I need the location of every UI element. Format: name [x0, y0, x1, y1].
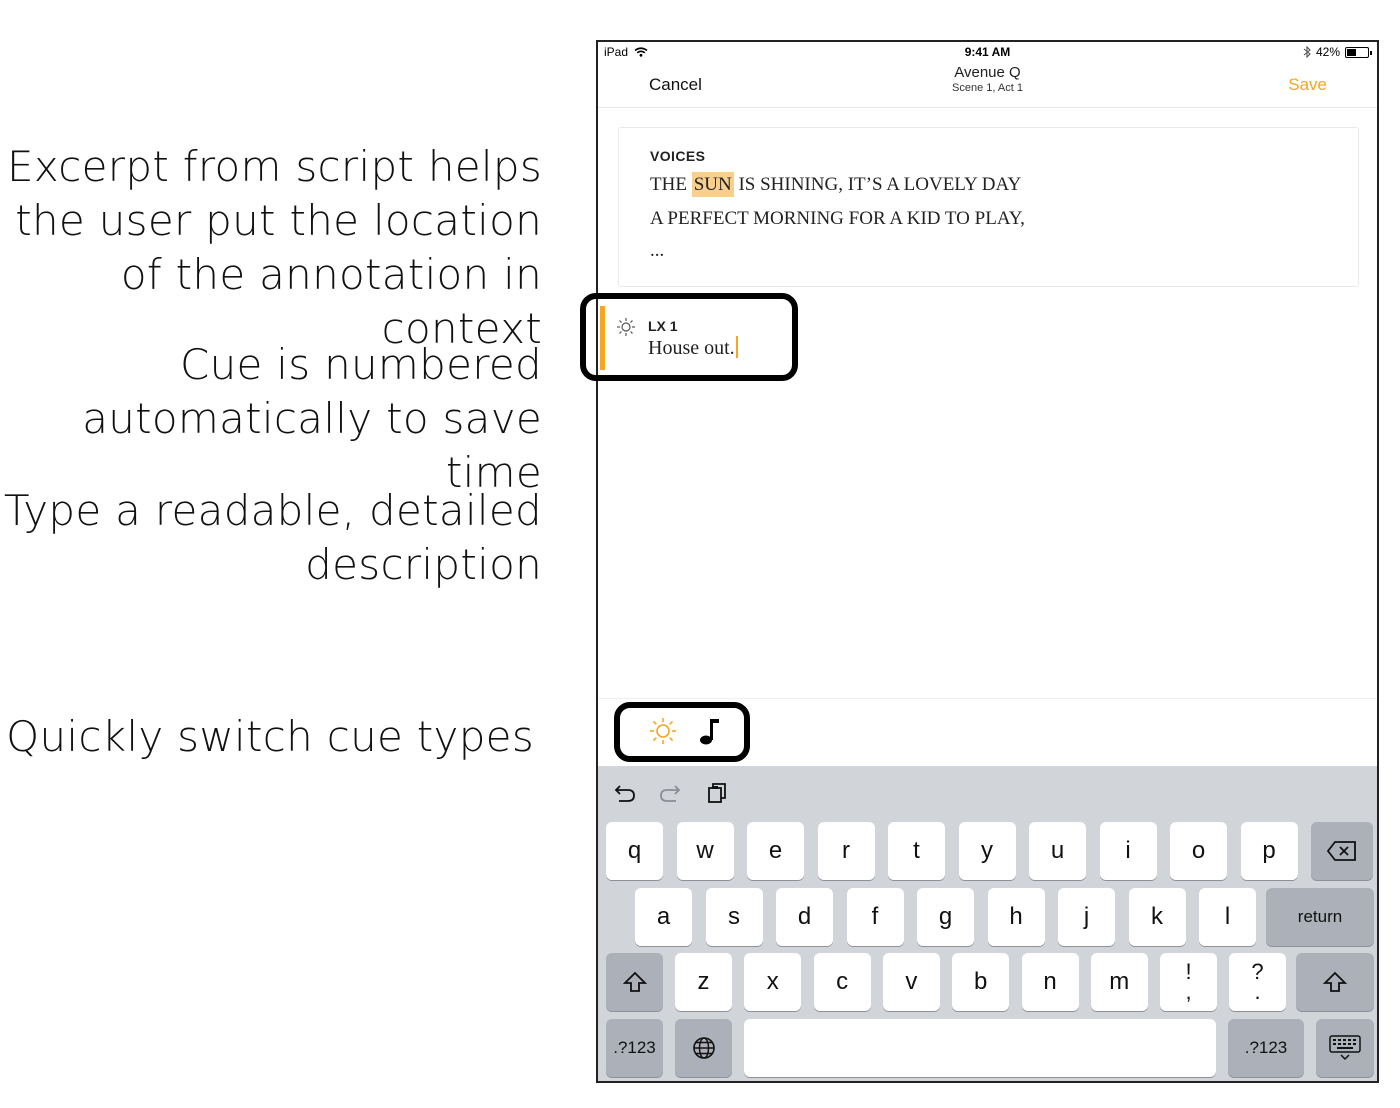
shift-key-left[interactable] — [606, 953, 663, 1011]
key-a[interactable]: a — [635, 888, 692, 946]
status-bar: iPad 9:41 AM 42% — [598, 42, 1377, 62]
globe-key[interactable] — [675, 1019, 732, 1077]
key-bottom-char: , — [1185, 979, 1192, 1004]
redo-button[interactable] — [655, 780, 685, 806]
backspace-icon — [1326, 841, 1356, 861]
cue-type-bar — [598, 698, 1377, 766]
clipboard-icon — [708, 783, 726, 803]
key-u[interactable]: u — [1029, 822, 1086, 880]
script-excerpt: VOICES THE SUN IS SHINING, IT’S A LOVELY… — [618, 127, 1359, 287]
cue-description-text: House out. — [648, 337, 735, 359]
shift-key-right[interactable] — [1296, 953, 1374, 1011]
space-bar[interactable] — [744, 1019, 1216, 1077]
sun-icon — [650, 718, 676, 744]
cue-description-field[interactable]: House out. — [648, 336, 738, 360]
key-c[interactable]: c — [813, 953, 871, 1011]
highlighted-word: SUN — [691, 172, 734, 197]
key-exclaim-comma[interactable]: !, — [1160, 953, 1217, 1011]
battery-icon — [1345, 46, 1372, 58]
key-p[interactable]: p — [1240, 822, 1298, 880]
shift-icon — [622, 971, 647, 992]
key-q[interactable]: q — [606, 822, 663, 880]
nav-title: Avenue Q — [954, 64, 1021, 81]
numbers-key-right[interactable]: .?123 — [1228, 1019, 1304, 1077]
key-w[interactable]: w — [676, 822, 734, 880]
music-note-icon — [700, 719, 719, 745]
key-j[interactable]: j — [1058, 888, 1115, 946]
key-y[interactable]: y — [958, 822, 1016, 880]
bluetooth-icon — [1303, 46, 1311, 58]
status-time: 9:41 AM — [964, 45, 1011, 59]
key-b[interactable]: b — [952, 953, 1010, 1011]
lighting-cue-button[interactable] — [645, 713, 681, 749]
undo-button[interactable] — [610, 780, 640, 806]
dismiss-keyboard-key[interactable] — [1316, 1019, 1374, 1077]
key-g[interactable]: g — [917, 888, 974, 946]
delete-key[interactable] — [1311, 822, 1373, 880]
key-o[interactable]: o — [1170, 822, 1227, 880]
key-i[interactable]: i — [1099, 822, 1157, 880]
key-l[interactable]: l — [1199, 888, 1256, 946]
key-x[interactable]: x — [744, 953, 802, 1011]
key-n[interactable]: n — [1021, 953, 1079, 1011]
ipad-screen: iPad 9:41 AM 42% Cancel Avenue Q Scene 1… — [596, 40, 1379, 1083]
undo-icon — [614, 785, 635, 802]
key-t[interactable]: t — [888, 822, 945, 880]
cue-entry[interactable]: LX 1 House out. — [598, 306, 798, 376]
key-v[interactable]: v — [882, 953, 940, 1011]
status-right: 42% — [1303, 45, 1372, 59]
excerpt-line: THE SUN IS SHINING, IT’S A LOVELY DAY — [650, 172, 1022, 197]
excerpt-line: A PERFECT MORNING FOR A KID TO PLAY, — [650, 208, 1025, 229]
text-caret — [735, 336, 738, 358]
globe-icon — [692, 1037, 715, 1059]
sound-cue-button[interactable] — [692, 713, 728, 749]
key-f[interactable]: f — [846, 888, 904, 946]
nav-subtitle: Scene 1, Act 1 — [952, 82, 1023, 94]
numbers-key-left[interactable]: .?123 — [606, 1019, 663, 1077]
key-d[interactable]: d — [776, 888, 833, 946]
onscreen-keyboard: q w e r t y u i o p a s d f g h j k l return z x c v b n m!,?. .?12… — [598, 766, 1377, 1081]
annotation-description: Type a readable, detailed description — [3, 486, 542, 589]
excerpt-text: IS SHINING, IT’S A LOVELY DAY — [733, 174, 1022, 195]
key-e[interactable]: e — [747, 822, 804, 880]
redo-icon — [660, 785, 681, 802]
cue-number: LX 1 — [648, 318, 678, 334]
keyboard-dismiss-icon — [1329, 1035, 1361, 1061]
key-r[interactable]: r — [817, 822, 875, 880]
annotation-excerpt: Excerpt from script helps the user put t… — [7, 142, 542, 353]
keyboard-toolbar — [598, 766, 1377, 816]
paste-button[interactable] — [702, 780, 732, 806]
annotation-numbered: Cue is numbered automatically to save ti… — [82, 340, 542, 497]
key-bottom-char: . — [1254, 979, 1261, 1004]
key-m[interactable]: m — [1090, 953, 1148, 1011]
cue-accent-bar — [600, 306, 605, 370]
annotation-switch: Quickly switch cue types — [6, 712, 534, 761]
excerpt-ellipsis: ... — [650, 240, 665, 261]
key-k[interactable]: k — [1128, 888, 1186, 946]
navigation-bar: Cancel Avenue Q Scene 1, Act 1 Save — [598, 62, 1377, 108]
sun-icon — [617, 318, 635, 336]
save-button[interactable]: Save — [1288, 75, 1327, 95]
return-key[interactable]: return — [1266, 888, 1374, 946]
shift-icon — [1322, 971, 1348, 992]
excerpt-speaker: VOICES — [650, 148, 706, 164]
excerpt-text: THE — [650, 174, 692, 195]
key-s[interactable]: s — [705, 888, 763, 946]
battery-percent: 42% — [1315, 45, 1340, 59]
key-h[interactable]: h — [987, 888, 1045, 946]
key-question-period[interactable]: ?. — [1229, 953, 1286, 1011]
key-z[interactable]: z — [675, 953, 732, 1011]
